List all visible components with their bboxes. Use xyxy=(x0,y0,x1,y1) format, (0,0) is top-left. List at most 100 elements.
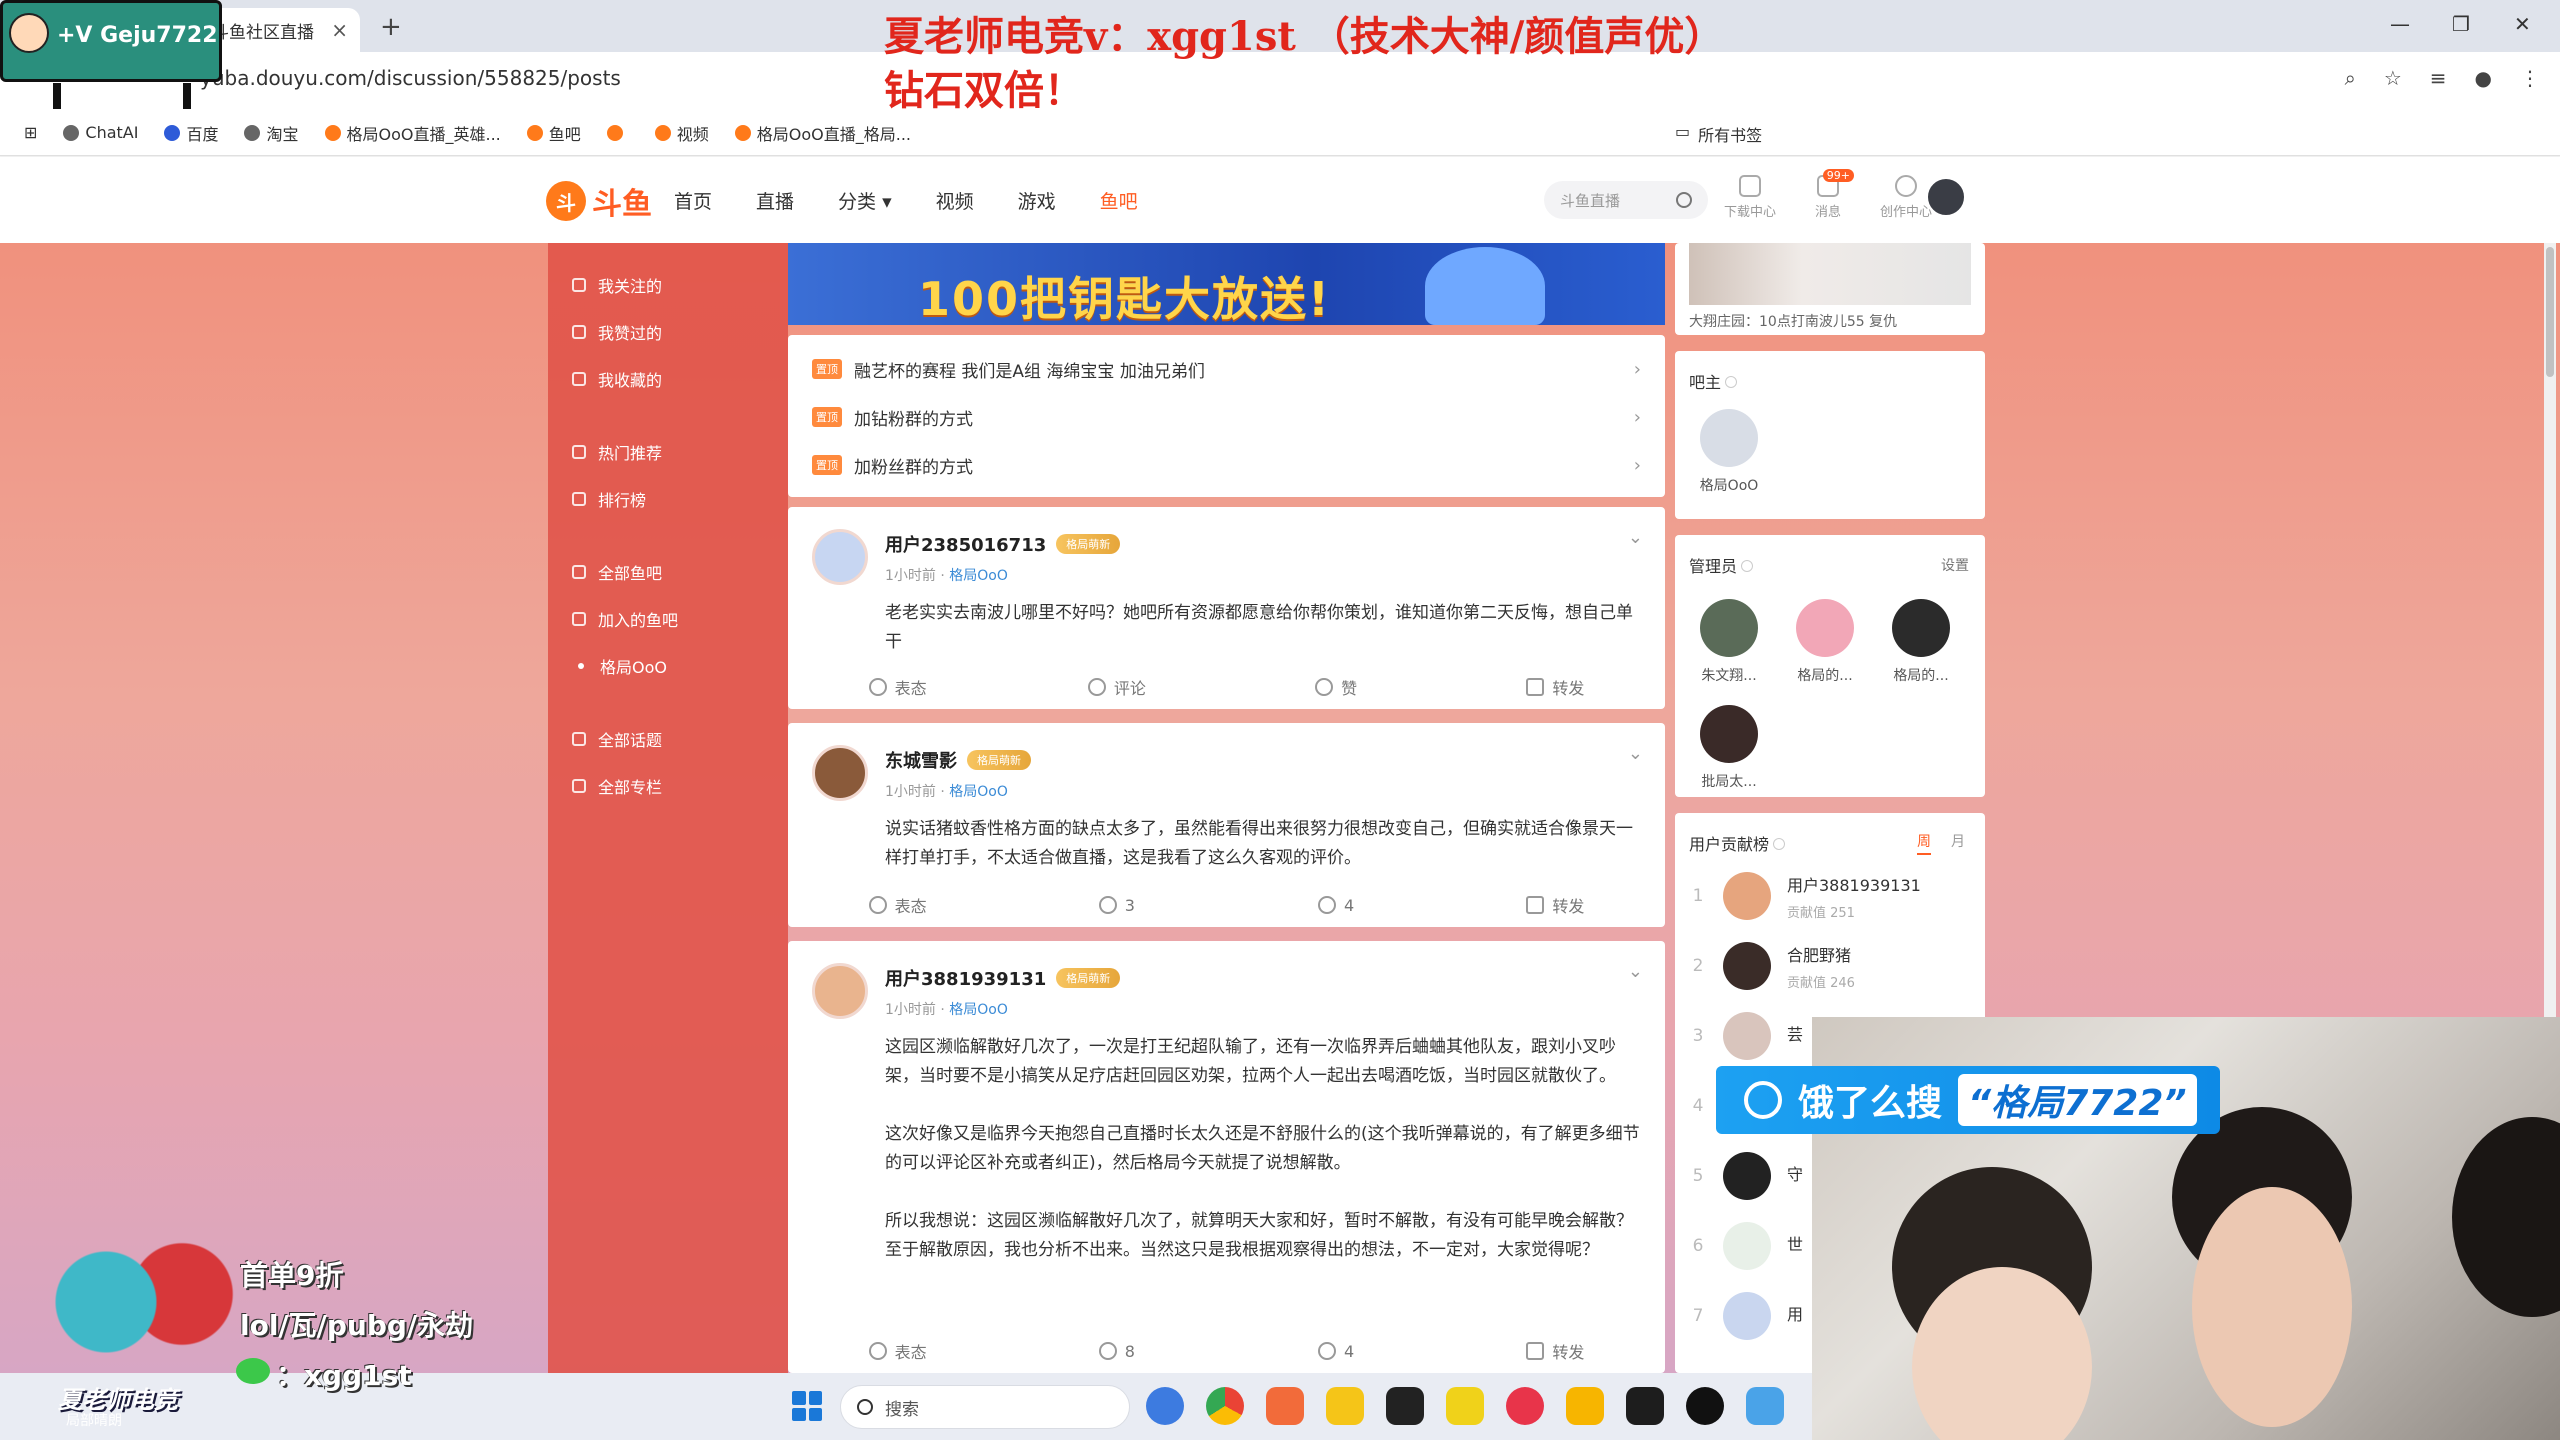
like-button[interactable]: 赞 xyxy=(1227,675,1446,699)
sidebar-item-columns[interactable]: 全部专栏 xyxy=(548,762,788,809)
menu-icon[interactable]: ⋮ xyxy=(2520,66,2540,90)
browser-tab[interactable]: 斗鱼社区直播 × xyxy=(200,8,360,52)
pinned-item[interactable]: 置顶 加粉丝群的方式 › xyxy=(812,441,1641,489)
like-button[interactable]: 4 xyxy=(1227,893,1446,917)
app-icon[interactable] xyxy=(1386,1387,1424,1425)
post-more-chevron-icon[interactable]: ⌄ xyxy=(1628,961,1643,982)
app-icon[interactable] xyxy=(1626,1387,1664,1425)
site-search-input[interactable]: 斗鱼直播 xyxy=(1544,181,1708,219)
post-content[interactable]: 这园区濒临解散好几次了，一次是打王纪超队输了，还有一次临界弄后蛐蛐其他队友，跟刘… xyxy=(885,1033,1645,1265)
live-thumbnail-card[interactable]: 大翔庄园：10点打南波儿55 复仇 xyxy=(1675,243,1985,335)
taskbar-search[interactable]: 搜索 xyxy=(840,1385,1130,1429)
admin-member[interactable]: 朱文翔... xyxy=(1689,599,1769,685)
scrollbar-thumb[interactable] xyxy=(2546,247,2554,377)
user-avatar[interactable] xyxy=(1926,177,1966,217)
help-icon[interactable] xyxy=(1773,838,1786,850)
post-content[interactable]: 老老实实去南波儿哪里不好吗？她吧所有资源都愿意给你帮你策划，谁知道你第二天反悔，… xyxy=(885,599,1645,657)
nav-category[interactable]: 分类 ▾ xyxy=(838,187,892,214)
react-button[interactable]: 表态 xyxy=(788,675,1007,699)
sidebar-item-all-bars[interactable]: 全部鱼吧 xyxy=(548,548,788,595)
sidebar-item-liked[interactable]: 我赞过的 xyxy=(548,308,788,355)
search-icon[interactable] xyxy=(1676,192,1692,208)
post-bar-link[interactable]: 格局OoO xyxy=(949,784,1008,800)
sidebar-item-favorites[interactable]: 我收藏的 xyxy=(548,355,788,402)
close-tab-icon[interactable]: × xyxy=(331,18,348,42)
app-icon[interactable] xyxy=(1446,1387,1484,1425)
like-button[interactable]: 4 xyxy=(1227,1339,1446,1363)
admin-member[interactable]: 格局的... xyxy=(1881,599,1961,685)
sidebar-item-joined-bars[interactable]: 加入的鱼吧 xyxy=(548,595,788,642)
admin-member[interactable]: 批局太... xyxy=(1689,705,1769,791)
sidebar-item-current-bar[interactable]: 格局OoO xyxy=(548,642,788,689)
tab-month[interactable]: 月 xyxy=(1951,831,1965,855)
notepad-icon[interactable] xyxy=(1746,1387,1784,1425)
sidebar-item-following[interactable]: 我关注的 xyxy=(548,261,788,308)
search-app-icon[interactable] xyxy=(1146,1387,1184,1425)
app-icon[interactable] xyxy=(1326,1387,1364,1425)
bar-owner[interactable]: 格局OoO xyxy=(1689,409,1769,495)
bookmark-item[interactable] xyxy=(606,124,629,141)
minimize-icon[interactable]: — xyxy=(2390,12,2410,36)
tab-week[interactable]: 周 xyxy=(1917,831,1931,855)
sidebar-item-hot[interactable]: 热门推荐 xyxy=(548,428,788,475)
app-icon[interactable] xyxy=(1566,1387,1604,1425)
share-button[interactable]: 转发 xyxy=(1446,675,1665,699)
rank-row[interactable]: 2 合肥野猪 贡献值 246 xyxy=(1689,931,1979,1001)
nav-games[interactable]: 游戏 xyxy=(1018,187,1056,214)
post-bar-link[interactable]: 格局OoO xyxy=(949,568,1008,584)
netease-music-icon[interactable] xyxy=(1506,1387,1544,1425)
new-tab-icon[interactable]: + xyxy=(380,12,402,42)
douyu-logo[interactable]: 斗 斗鱼 xyxy=(546,179,652,223)
bookmark-item[interactable]: 格局OoO直播_格局... xyxy=(734,121,911,145)
admins-settings-link[interactable]: 设置 xyxy=(1941,555,1969,575)
media-control-icon[interactable]: ≡ xyxy=(2430,66,2447,90)
share-button[interactable]: 转发 xyxy=(1446,1339,1665,1363)
post-content[interactable]: 说实话猪蚊香性格方面的缺点太多了，虽然能看得出来很努力很想改变自己，但确实就适合… xyxy=(885,815,1645,873)
nav-live[interactable]: 直播 xyxy=(756,187,794,214)
apps-grid-icon[interactable]: ⊞ xyxy=(24,123,37,142)
windows-start-icon[interactable] xyxy=(792,1391,822,1421)
author-avatar[interactable] xyxy=(812,745,868,801)
rank-row[interactable]: 1 用户3881939131 贡献值 251 xyxy=(1689,861,1979,931)
pinned-item[interactable]: 置顶 加钻粉群的方式 › xyxy=(812,393,1641,441)
post-card[interactable]: 东城雪影 格局萌新 1小时前 · 格局OoO ⌄ 说实话猪蚊香性格方面的缺点太多了… xyxy=(788,723,1665,927)
zoom-icon[interactable]: ⌕ xyxy=(2345,66,2356,90)
bookmark-item[interactable]: 鱼吧 xyxy=(526,121,581,145)
post-author[interactable]: 用户2385016713 格局萌新 xyxy=(885,531,1121,557)
post-author[interactable]: 东城雪影 格局萌新 xyxy=(885,747,1031,773)
nav-yuba[interactable]: 鱼吧 xyxy=(1100,187,1138,214)
chrome-icon[interactable] xyxy=(1206,1387,1244,1425)
messages-button[interactable]: 99+ 消息 xyxy=(1800,169,1856,220)
comment-button[interactable]: 8 xyxy=(1007,1339,1226,1363)
author-avatar[interactable] xyxy=(812,529,868,585)
live-thumbnail[interactable] xyxy=(1689,243,1971,305)
sidebar-item-ranking[interactable]: 排行榜 xyxy=(548,475,788,522)
comment-button[interactable]: 评论 xyxy=(1007,675,1226,699)
post-author[interactable]: 用户3881939131 格局萌新 xyxy=(885,965,1121,991)
bookmark-item[interactable]: 视频 xyxy=(654,121,709,145)
restore-icon[interactable]: ❐ xyxy=(2452,12,2470,36)
live-caption[interactable]: 大翔庄园：10点打南波儿55 复仇 xyxy=(1689,311,1897,331)
app-icon[interactable] xyxy=(1686,1387,1724,1425)
author-avatar[interactable] xyxy=(812,963,868,1019)
post-bar-link[interactable]: 格局OoO xyxy=(949,1002,1008,1018)
all-bookmarks[interactable]: ▭ 所有书签 xyxy=(1675,122,1985,146)
bookmark-item[interactable]: 百度 xyxy=(164,121,218,145)
post-more-chevron-icon[interactable]: ⌄ xyxy=(1628,527,1643,548)
promo-banner[interactable]: 100把钥匙大放送! xyxy=(788,243,1665,325)
address-bar[interactable]: yuba.douyu.com/discussion/558825/posts xyxy=(200,66,621,90)
app-icon[interactable] xyxy=(1266,1387,1304,1425)
admin-member[interactable]: 格局的... xyxy=(1785,599,1865,685)
comment-button[interactable]: 3 xyxy=(1007,893,1226,917)
react-button[interactable]: 表态 xyxy=(788,893,1007,917)
post-card[interactable]: 用户3881939131 格局萌新 1小时前 · 格局OoO ⌄ 这园区濒临解散好… xyxy=(788,941,1665,1373)
help-icon[interactable] xyxy=(1725,376,1738,388)
share-button[interactable]: 转发 xyxy=(1446,893,1665,917)
sidebar-item-topics[interactable]: 全部话题 xyxy=(548,715,788,762)
pinned-item[interactable]: 置顶 融艺杯的赛程 我们是A组 海绵宝宝 加油兄弟们 › xyxy=(812,345,1641,393)
react-button[interactable]: 表态 xyxy=(788,1339,1007,1363)
post-more-chevron-icon[interactable]: ⌄ xyxy=(1628,743,1643,764)
bookmark-item[interactable]: ChatAI xyxy=(63,123,138,142)
download-center-button[interactable]: 下载中心 xyxy=(1722,175,1778,220)
post-card[interactable]: 用户2385016713 格局萌新 1小时前 · 格局OoO ⌄ 老老实实去南波儿… xyxy=(788,507,1665,709)
